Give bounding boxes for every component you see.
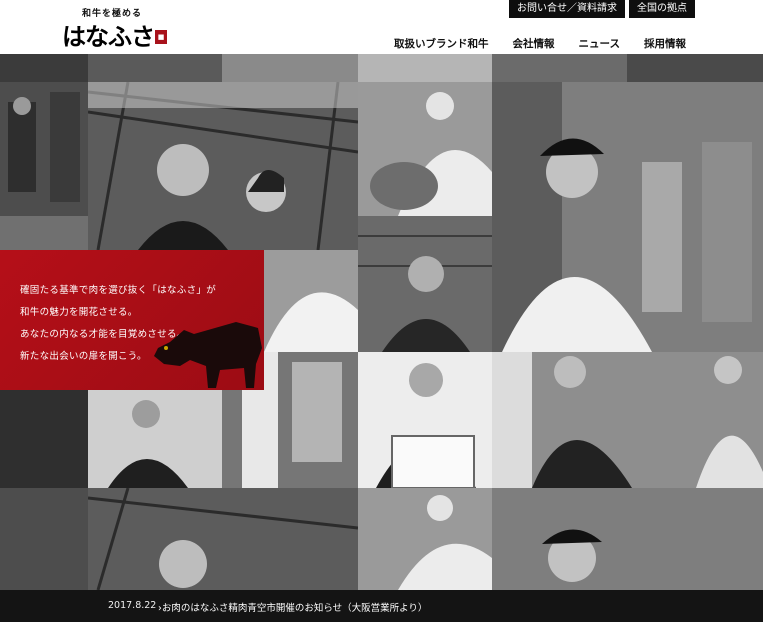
locations-link[interactable]: 全国の拠点 — [629, 0, 695, 18]
photo-tile — [492, 82, 763, 352]
nav-item-recruit[interactable]: 採用情報 — [632, 36, 686, 51]
award-photo — [358, 352, 492, 488]
photo-tile — [492, 488, 763, 590]
photo-tile — [0, 54, 88, 82]
hero-line-1: 確固たる基準で肉を選び抜く「はなふさ」が — [20, 285, 217, 296]
hero-message-box: 確固たる基準で肉を選び抜く「はなふさ」が 和牛の魅力を開花させる。 あなたの内な… — [0, 250, 264, 390]
site-logo[interactable]: 和牛を極める はなふさ ■ — [62, 6, 170, 52]
photo-tile — [0, 488, 88, 590]
farmers-photo-repeat — [88, 488, 358, 590]
photo-tile — [88, 54, 222, 82]
photo-tile — [88, 488, 358, 590]
photo-tile — [627, 54, 763, 82]
news-date: 2017.8.22 — [108, 600, 157, 611]
news-link[interactable]: ›お肉のはなふさ精肉青空市開催のお知らせ（大阪営業所より） — [158, 600, 427, 614]
hero-line-4: 新たな出会いの扉を開こう。 — [20, 351, 147, 362]
logo-seal-icon: ■ — [155, 30, 167, 44]
worker-photo — [0, 82, 88, 216]
photo-tile — [88, 82, 358, 250]
contact-link[interactable]: お問い合せ／資料請求 — [509, 0, 625, 18]
news-title: お肉のはなふさ精肉青空市開催のお知らせ（大阪営業所より） — [161, 603, 428, 614]
site-header: 和牛を極める はなふさ ■ お問い合せ／資料請求 全国の拠点 取扱いブランド和牛… — [0, 0, 763, 54]
woman-photo — [264, 250, 358, 352]
hero-line-2: 和牛の魅力を開花させる。 — [20, 307, 138, 318]
photo-tile — [222, 54, 358, 82]
photo-tile — [492, 54, 627, 82]
news-ticker[interactable]: 2017.8.22 ›お肉のはなふさ精肉青空市開催のお知らせ（大阪営業所より） — [0, 590, 763, 622]
photo-tile — [358, 216, 492, 352]
hero-photo-grid: 確固たる基準で肉を選び抜く「はなふさ」が 和牛の魅力を開花させる。 あなたの内な… — [0, 54, 763, 625]
worker-portrait-photo — [358, 216, 492, 352]
photo-tile — [0, 216, 88, 250]
nav-item-company[interactable]: 会社情報 — [501, 36, 567, 51]
butcher-photo — [358, 82, 492, 216]
photo-tile — [358, 54, 492, 82]
butcher-photo-repeat — [358, 488, 492, 590]
photo-tile — [0, 82, 88, 216]
logo-text: はなふさ — [62, 22, 155, 51]
nav-item-brands[interactable]: 取扱いブランド和牛 — [382, 36, 501, 51]
farmers-photo — [88, 82, 358, 250]
inspection-photo — [492, 352, 763, 488]
inspector-photo — [492, 82, 763, 352]
photo-tile — [358, 488, 492, 590]
cow-icon — [154, 322, 262, 388]
photo-tile — [264, 250, 358, 352]
photo-tile — [358, 82, 492, 216]
photo-tile — [0, 390, 88, 488]
nav-item-news[interactable]: ニュース — [567, 36, 632, 51]
main-nav: 取扱いブランド和牛 会社情報 ニュース 採用情報 — [382, 36, 686, 51]
inspector-photo-repeat — [492, 488, 763, 590]
photo-tile — [358, 352, 492, 488]
photo-tile — [492, 352, 763, 488]
photo-tile — [88, 390, 222, 488]
top-links: お問い合せ／資料請求 全国の拠点 — [509, 0, 695, 18]
staff-photo — [88, 390, 222, 488]
